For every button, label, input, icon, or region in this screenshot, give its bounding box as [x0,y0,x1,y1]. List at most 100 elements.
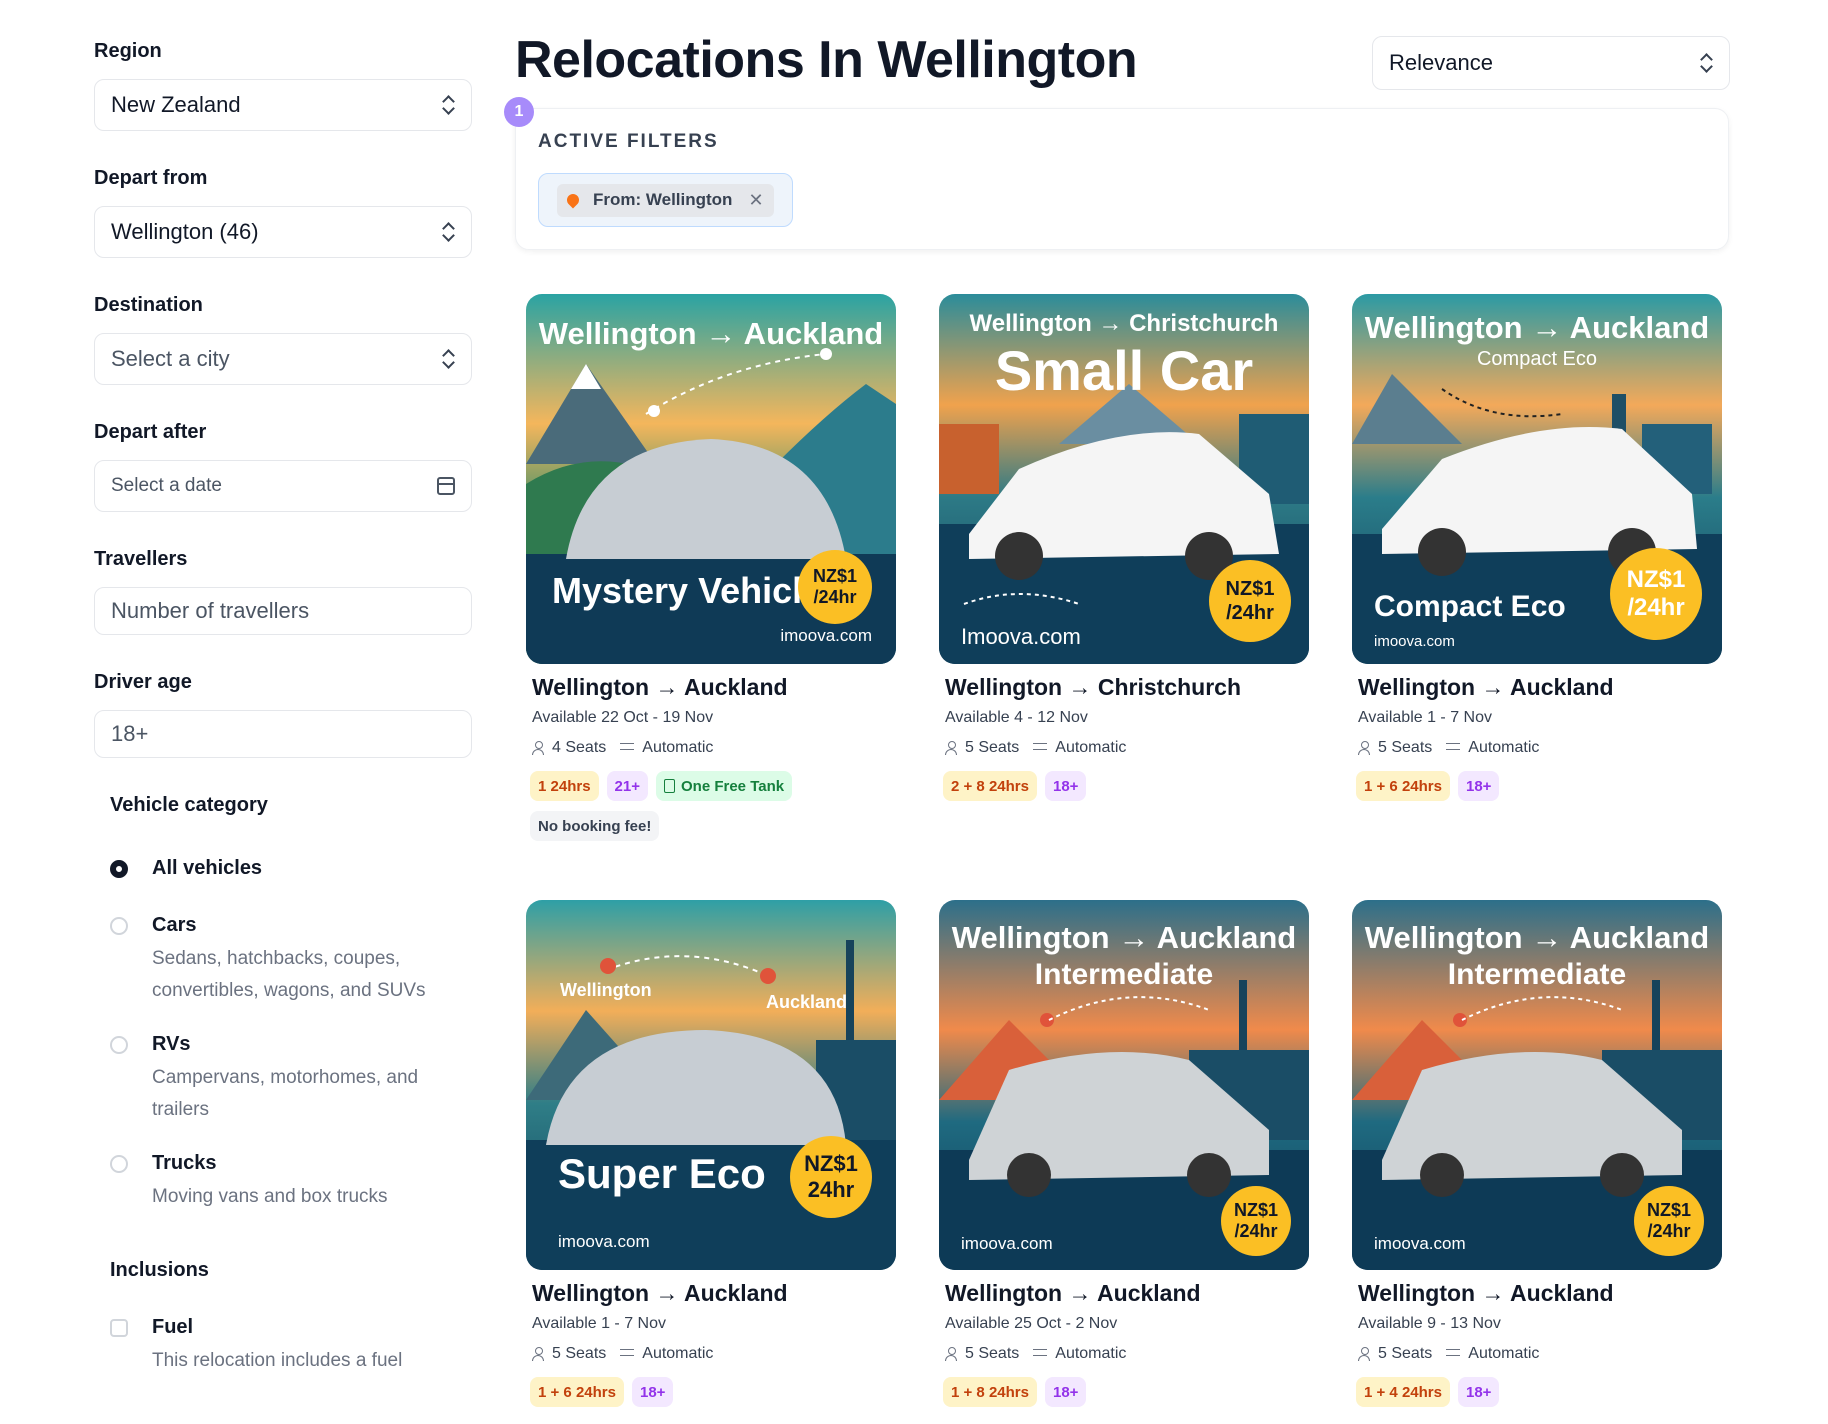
listing-specs: 5 Seats Automatic [945,1345,1309,1363]
listing-title[interactable]: Wellington → Auckland [945,1280,1309,1307]
price-unit: /24hr [1234,1221,1278,1241]
listing-card[interactable]: Wellington → Christchurch Small Car Imoo… [939,294,1309,801]
region-select[interactable]: New Zealand [94,79,472,131]
radio-button[interactable] [110,1036,128,1054]
inclusions-title: Inclusions [110,1259,209,1281]
listing-image[interactable]: Wellington → Auckland Mystery Vehicl imo… [526,294,896,664]
image-brand-text: Imoova.com [961,624,1081,649]
listing-card[interactable]: Wellington → Auckland Mystery Vehicl imo… [526,294,896,841]
active-filters-count-badge: 1 [504,97,534,127]
transmission-text: Automatic [1055,739,1127,756]
image-to-city: Auckland [766,992,848,1012]
radio-cars[interactable]: Cars Sedans, hatchbacks, coupes, convert… [110,914,472,1007]
price-amount: NZ$1 [804,1151,858,1176]
radio-rvs[interactable]: RVs Campervans, motorhomes, and trailers [110,1033,472,1126]
seats-text: 5 Seats [1378,1345,1433,1362]
listing-card[interactable]: Wellington → Auckland Intermediate imoov… [939,900,1309,1407]
image-subtitle-text: Intermediate [1447,958,1627,991]
transmission-text: Automatic [1468,739,1540,756]
listing-card[interactable]: Wellington → Auckland Intermediate imoov… [1352,900,1722,1407]
listing-title[interactable]: Wellington → Auckland [532,1280,896,1307]
radio-description: Moving vans and box trucks [152,1186,388,1207]
seats-text: 5 Seats [965,1345,1020,1362]
image-route-text: Wellington → Auckland [951,920,1297,955]
listing-tags: 1 24hrs 21+ One Free Tank No booking fee… [530,771,896,841]
listing-image[interactable]: Wellington → Auckland Compact Eco Compac… [1352,294,1722,664]
age-tag: 21+ [606,771,648,801]
image-model-text: Mystery Vehicl [552,570,803,611]
chevron-updown-icon [441,221,455,243]
listing-card[interactable]: Wellington → Auckland Compact Eco Compac… [1352,294,1722,801]
listing-image[interactable]: Wellington → Christchurch Small Car Imoo… [939,294,1309,664]
destination-select[interactable]: Select a city [94,333,472,385]
age-tag: 18+ [1457,771,1500,801]
price-badge: NZ$1 /24hr [1209,560,1291,642]
travellers-label: Travellers [94,548,188,570]
checkbox-description: This relocation includes a fuel [152,1350,403,1371]
checkbox[interactable] [110,1319,128,1337]
listing-image[interactable]: Wellington → Auckland Intermediate imoov… [1352,900,1722,1270]
image-route-text: Wellington → Christchurch [969,310,1279,337]
listing-card[interactable]: Wellington Auckland Super Eco imoova.com… [526,900,896,1407]
person-icon [945,1347,957,1361]
radio-trucks[interactable]: Trucks Moving vans and box trucks [110,1152,472,1213]
calendar-icon[interactable] [437,477,455,495]
transmission-text: Automatic [642,739,714,756]
image-route-text: Wellington → Auckland [1364,310,1710,345]
radio-all-vehicles[interactable]: All vehicles [110,857,472,880]
duration-tag: 1 + 8 24hrs [943,1377,1037,1407]
age-tag: 18+ [1044,1377,1087,1407]
transmission-icon [1446,1347,1461,1361]
image-subtitle-text: Small Car [994,339,1254,402]
close-icon[interactable]: ✕ [748,190,763,211]
travellers-input[interactable]: Number of travellers [94,587,472,635]
listing-title[interactable]: Wellington → Christchurch [945,674,1309,701]
transmission-text: Automatic [642,1345,714,1362]
image-subtitle-text: Intermediate [1034,958,1214,991]
radio-button[interactable] [110,860,128,878]
listing-title[interactable]: Wellington → Auckland [532,674,896,701]
radio-button[interactable] [110,1155,128,1173]
sort-select[interactable]: Relevance [1372,36,1730,90]
listing-tags: 1 + 6 24hrs 18+ [530,1377,896,1407]
radio-label: Cars [152,914,197,936]
radio-button[interactable] [110,917,128,935]
checkbox-fuel[interactable]: Fuel This relocation includes a fuel [110,1316,472,1377]
age-tag: 18+ [1044,771,1087,801]
listing-title[interactable]: Wellington → Auckland [1358,1280,1722,1307]
image-brand-text: imoova.com [780,626,872,645]
depart-from-select[interactable]: Wellington (46) [94,206,472,258]
seats-text: 4 Seats [552,739,607,756]
destination-label: Destination [94,294,203,316]
transmission-icon [1033,741,1048,755]
listing-image[interactable]: Wellington → Auckland Intermediate imoov… [939,900,1309,1270]
filter-chip-from-wellington[interactable]: From: Wellington ✕ [538,173,793,227]
price-amount: NZ$1 [1233,1200,1278,1220]
vehicle-category-title: Vehicle category [110,794,268,816]
checkbox-label: Fuel [152,1316,194,1338]
listing-image[interactable]: Wellington Auckland Super Eco imoova.com… [526,900,896,1270]
listing-title[interactable]: Wellington → Auckland [1358,674,1722,701]
price-amount: NZ$1 [1626,566,1686,593]
price-badge: NZ$1 /24hr [798,550,872,624]
depart-after-date-input[interactable]: Select a date [94,460,472,512]
chevron-updown-icon [1699,52,1713,74]
price-unit: /24hr [1226,602,1274,624]
listing-specs: 5 Seats Automatic [945,739,1309,757]
transmission-text: Automatic [1468,1345,1540,1362]
radio-label: Trucks [152,1152,217,1174]
duration-tag: 1 24hrs [530,771,599,801]
chevron-updown-icon [441,348,455,370]
image-brand-text: imoova.com [1374,1234,1466,1253]
radio-label: RVs [152,1033,191,1055]
listing-dates: Available 4 - 12 Nov [945,709,1088,726]
driver-age-label: Driver age [94,671,192,693]
chevron-updown-icon [441,94,455,116]
image-from-city: Wellington [560,980,652,1000]
seats-text: 5 Seats [552,1345,607,1362]
filters-sidebar: Region New Zealand Depart from Wellingto… [94,40,472,1377]
filter-chip-label: From: Wellington [593,190,733,209]
radio-description: Campervans, motorhomes, and trailers [152,1067,419,1120]
driver-age-input[interactable]: 18+ [94,710,472,758]
image-brand-text: imoova.com [1374,633,1455,650]
